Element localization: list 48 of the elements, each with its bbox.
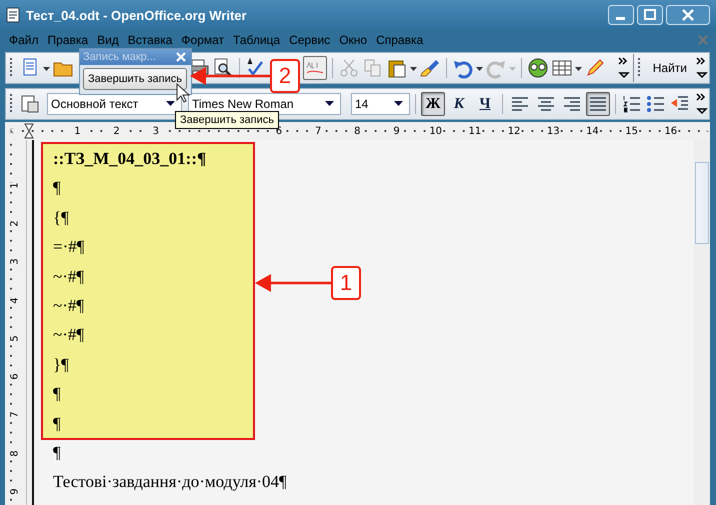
ruler-number: 6 <box>10 373 21 380</box>
callout-number: 2 <box>270 59 300 93</box>
find-button[interactable]: Найти <box>646 61 693 75</box>
ruler-number: 12 <box>507 126 522 136</box>
menu-item[interactable]: Сервис <box>284 33 334 47</box>
stop-recording-button[interactable]: Завершить запись <box>83 68 187 90</box>
paragraph: Тестові·завдання·до·модуля·04¶ <box>52 471 288 494</box>
ruler-number: 11 <box>468 126 482 136</box>
paragraph: =·#¶ <box>53 236 86 258</box>
menu-item[interactable]: Формат <box>176 33 228 47</box>
ruler-number: 3 <box>148 126 163 136</box>
window-title: Тест_04.odt - OpenOffice.org Writer <box>26 8 248 22</box>
menu-item[interactable]: Файл <box>4 33 43 47</box>
paragraph: ¶ <box>53 177 62 200</box>
style-dropdown[interactable]: Основной текст <box>47 93 182 115</box>
italic-button[interactable]: К <box>447 92 471 116</box>
menu-item[interactable]: Таблица <box>228 33 284 47</box>
tooltip: Завершить запись <box>175 111 280 129</box>
ruler-number: 1 <box>70 126 84 136</box>
paragraph: ~·#¶ <box>53 294 86 317</box>
paragraph: ::ТЗ_М_04_03_01::¶ <box>53 148 208 170</box>
paragraph: }¶ <box>53 354 70 376</box>
ruler-number: 3 <box>10 258 21 265</box>
paragraph: ¶ <box>53 412 62 435</box>
paragraph: ¶ <box>53 383 62 406</box>
ruler-number: 5 <box>10 335 21 342</box>
menu-item[interactable]: Вид <box>92 33 123 47</box>
size-dropdown[interactable]: 14 <box>351 93 410 115</box>
paragraph: ~·#¶ <box>53 266 86 288</box>
underline-button[interactable]: Ч <box>473 92 497 116</box>
menu-item[interactable]: Вставка <box>122 33 176 47</box>
menu-item[interactable]: Правка <box>42 33 92 47</box>
dialog-title: Запись макр... <box>83 51 156 63</box>
ruler-number: 14 <box>585 126 600 136</box>
ruler-number: 15 <box>624 126 639 136</box>
ruler-number: 10 <box>428 126 443 136</box>
paragraph: {¶ <box>53 206 70 229</box>
ruler-number: 8 <box>10 450 21 456</box>
menu-item[interactable]: Справка <box>371 33 428 47</box>
bold-button[interactable]: Ж <box>421 92 445 116</box>
menu-item[interactable]: Окно <box>334 33 372 47</box>
paragraph: ¶ <box>52 442 62 464</box>
ruler-number: 2 <box>110 126 124 136</box>
ruler-number: 9 <box>10 488 21 495</box>
ruler-number: 13 <box>546 126 560 136</box>
paragraph: ~·#¶ <box>53 324 86 346</box>
ruler-number: 16 <box>664 126 678 136</box>
callout-number: 1 <box>331 266 361 300</box>
